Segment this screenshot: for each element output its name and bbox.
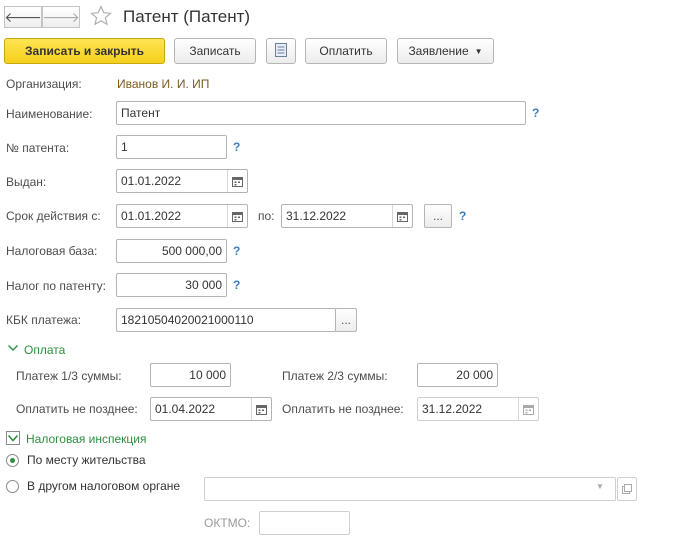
report-button[interactable]: [266, 38, 296, 64]
statement-label: Заявление: [408, 44, 469, 58]
validity-to-label: по:: [258, 209, 275, 223]
calendar-icon[interactable]: [518, 398, 538, 420]
payment1-due-label: Оплатить не позднее:: [16, 402, 138, 416]
residence-option-label[interactable]: По месту жительства: [27, 453, 146, 467]
inspection-checkbox[interactable]: [6, 431, 20, 445]
residence-radio[interactable]: [6, 454, 19, 467]
inspection-section-title[interactable]: Налоговая инспекция: [26, 432, 147, 446]
other-authority-option-label[interactable]: В другом налоговом органе: [27, 479, 180, 493]
star-icon[interactable]: [89, 4, 113, 28]
validity-to-value: 31.12.2022: [286, 209, 347, 223]
checkmark-icon: [7, 434, 19, 442]
help-icon[interactable]: ?: [532, 106, 539, 120]
tax-authority-select[interactable]: [204, 477, 616, 501]
name-field[interactable]: Патент: [116, 101, 526, 125]
issued-date-field[interactable]: 01.01.2022: [116, 169, 248, 193]
payment1-label: Платеж 1/3 суммы:: [16, 369, 122, 383]
back-button[interactable]: 🡐: [4, 6, 42, 28]
organization-label: Организация:: [6, 77, 82, 91]
list-report-icon: [275, 42, 287, 60]
other-authority-radio[interactable]: [6, 480, 19, 493]
pay-button[interactable]: Оплатить: [305, 38, 387, 64]
calendar-icon[interactable]: [392, 205, 412, 227]
payment2-label: Платеж 2/3 суммы:: [282, 369, 388, 383]
oktmo-field[interactable]: [259, 511, 350, 535]
validity-from-value: 01.01.2022: [121, 209, 182, 223]
open-icon[interactable]: [617, 477, 637, 501]
chevron-down-icon[interactable]: [7, 342, 19, 357]
save-button[interactable]: Записать: [174, 38, 256, 64]
calendar-icon[interactable]: [227, 170, 247, 192]
chevron-down-icon[interactable]: ▼: [596, 482, 604, 491]
issued-date-value: 01.01.2022: [121, 174, 182, 188]
payment1-field[interactable]: 10 000: [150, 363, 231, 387]
patent-number-label: № патента:: [6, 141, 70, 155]
tax-base-field[interactable]: 500 000,00: [116, 239, 227, 263]
chevron-down-icon: ▼: [474, 46, 483, 56]
arrow-right-icon: 🡒: [42, 8, 80, 25]
tax-amount-field[interactable]: 30 000: [116, 273, 227, 297]
payment1-due-value: 01.04.2022: [155, 402, 216, 416]
page-title: Патент (Патент): [123, 7, 251, 26]
calendar-icon[interactable]: [251, 398, 271, 420]
save-and-close-button[interactable]: Записать и закрыть: [4, 38, 165, 64]
calendar-icon[interactable]: [227, 205, 247, 227]
tax-base-label: Налоговая база:: [6, 244, 98, 258]
kbk-label: КБК платежа:: [6, 313, 82, 327]
payment1-due-field[interactable]: 01.04.2022: [150, 397, 272, 421]
organization-value[interactable]: Иванов И. И. ИП: [117, 77, 209, 91]
help-icon[interactable]: ?: [233, 140, 240, 154]
issued-label: Выдан:: [6, 175, 47, 189]
oktmo-label: ОКТМО:: [204, 516, 251, 530]
name-label: Наименование:: [6, 107, 93, 121]
help-icon[interactable]: ?: [233, 244, 240, 258]
period-select-button[interactable]: ...: [424, 204, 452, 228]
payment-section-title[interactable]: Оплата: [24, 343, 65, 357]
validity-label: Срок действия с:: [6, 209, 101, 223]
payment2-due-field[interactable]: 31.12.2022: [417, 397, 539, 421]
kbk-field[interactable]: 18210504020021000110: [116, 308, 336, 332]
payment2-field[interactable]: 20 000: [417, 363, 498, 387]
help-icon[interactable]: ?: [233, 278, 240, 292]
validity-from-field[interactable]: 01.01.2022: [116, 204, 248, 228]
statement-dropdown-button[interactable]: Заявление ▼: [397, 38, 494, 64]
payment2-due-value: 31.12.2022: [422, 402, 483, 416]
arrow-left-icon: 🡐: [4, 8, 42, 25]
tax-amount-label: Налог по патенту:: [6, 279, 106, 293]
patent-number-field[interactable]: 1: [116, 135, 227, 159]
validity-to-field[interactable]: 31.12.2022: [281, 204, 413, 228]
help-icon[interactable]: ?: [459, 209, 466, 223]
payment2-due-label: Оплатить не позднее:: [282, 402, 404, 416]
forward-button[interactable]: 🡒: [42, 6, 80, 28]
kbk-select-button[interactable]: ...: [335, 308, 357, 332]
